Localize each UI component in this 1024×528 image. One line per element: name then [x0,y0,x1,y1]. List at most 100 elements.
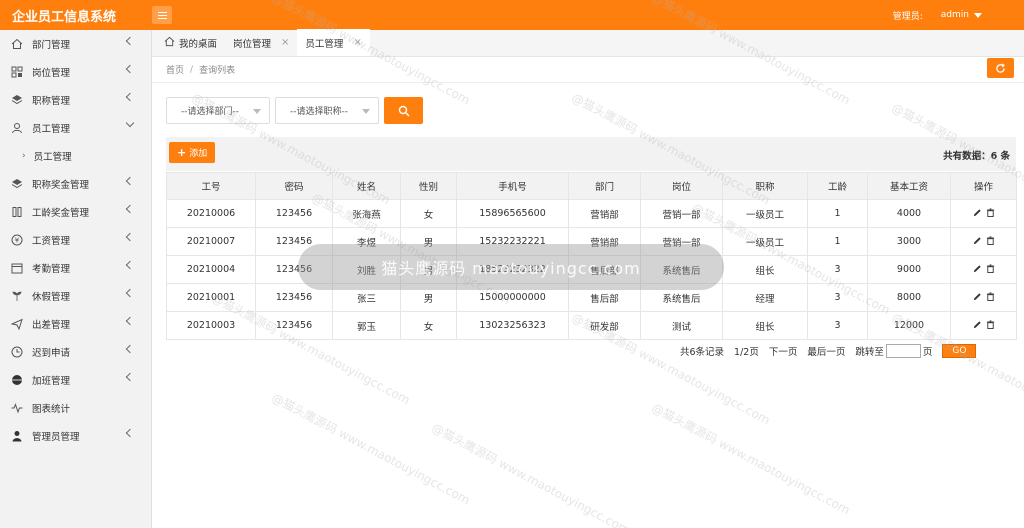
sidebar-item-salary[interactable]: ¥ 工资管理 [0,226,151,254]
svg-text:¥: ¥ [15,237,20,245]
table-cell: 3 [807,255,868,284]
top-bar: 企业员工信息系统 管理员: admin [0,0,1024,30]
close-icon[interactable]: × [353,37,361,48]
pager-last[interactable]: 最后一页 [807,344,845,358]
sidebar-item-label: 休假管理 [32,292,71,303]
tab-employee[interactable]: 员工管理 × [297,29,370,56]
sidebar-item-charts[interactable]: 图表统计 [0,394,151,422]
role-label: 管理员: [892,11,923,22]
person-icon [10,429,24,443]
table-cell: 20210003 [166,311,256,340]
chevron-left-icon [125,428,135,438]
sidebar-item-label: 工资管理 [32,236,71,247]
app-title: 企业员工信息系统 [12,9,117,25]
table-cell: 20210007 [166,227,256,256]
sidebar-item-label: 职称管理 [32,96,71,107]
department-select[interactable]: --请选择部门-- [166,97,270,124]
delete-icon[interactable] [986,291,995,304]
delete-icon[interactable] [986,319,995,332]
breadcrumb-home[interactable]: 首页 [166,63,184,76]
pager-records: 共6条记录 [680,347,725,358]
department-select-value: --请选择部门-- [181,107,239,117]
table-cell: 20210004 [166,255,256,284]
table-cell: 组长 [722,255,808,284]
table-cell: 经理 [722,283,808,312]
delete-icon[interactable] [986,263,995,276]
chevron-left-icon [125,344,135,354]
chevron-left-icon [125,204,135,214]
table-cell: 郭玉 [332,311,401,340]
edit-icon[interactable] [973,264,982,276]
actions-cell [950,255,1017,284]
sidebar-item-label: 员工管理 [32,124,71,135]
refresh-button[interactable] [987,58,1014,78]
edit-icon[interactable] [973,208,982,220]
menu-toggle-button[interactable] [152,6,172,24]
username: admin [940,10,969,20]
chevron-left-icon [125,176,135,186]
pager-page-suffix: 页 [922,347,933,358]
tab-desktop[interactable]: 我的桌面 [156,29,225,56]
sidebar-subitem-label: 员工管理 [33,152,72,163]
send-icon [10,317,24,331]
tab-bar: 我的桌面 岗位管理 × 员工管理 × [152,29,1024,57]
table-cell: 张海燕 [332,199,401,228]
table-cell: 1 [807,227,868,256]
table-cell: 4000 [867,199,951,228]
add-button-label: 添加 [189,149,208,159]
watermark-text: @猫头鹰源码 www.maotouyingcc.com [429,420,633,528]
table-cell: 一级员工 [722,199,808,228]
sidebar-item-leave[interactable]: 休假管理 [0,282,151,310]
chevron-left-icon [125,36,135,46]
table-cell: 组长 [722,311,808,340]
user-area: 管理员: admin [893,0,982,30]
add-button[interactable]: + 添加 [169,142,216,163]
clock-icon [10,345,24,359]
record-count: 共有数据：6 条 [943,151,1010,162]
edit-icon[interactable] [973,236,982,248]
delete-icon[interactable] [986,207,995,220]
sidebar-item-business-trip[interactable]: 出差管理 [0,310,151,338]
job-title-select[interactable]: --请选择职称-- [275,97,379,124]
table-row: 20210003 123456 郭玉女 13023256323 研发部 测试 组长 3 1200… [166,311,1017,340]
table-cell: 3 [807,283,868,312]
home-icon [164,36,175,50]
table-cell: 营销部 [568,199,641,228]
book-icon [10,205,24,219]
delete-icon[interactable] [986,235,995,248]
sidebar-item-department[interactable]: 部门管理 [0,30,151,58]
pulse-icon [10,401,24,415]
column-header: 密码 [255,172,333,200]
search-button[interactable] [384,97,423,124]
chevron-left-icon [125,232,135,242]
sidebar-item-seniority-bonus[interactable]: 工龄奖金管理 [0,198,151,226]
sidebar-item-employee[interactable]: 员工管理 [0,114,151,142]
sidebar-item-admin[interactable]: 管理员管理 [0,422,151,450]
user-menu[interactable]: admin [941,10,982,20]
close-icon[interactable]: × [281,37,289,48]
table-cell: 12000 [867,311,951,340]
table-cell: 15896565600 [456,199,569,228]
tab-position[interactable]: 岗位管理 × [225,29,297,56]
table-cell: 20210006 [166,199,256,228]
pager-next[interactable]: 下一页 [769,344,798,358]
pager-pages: 1/2页 [734,347,759,358]
caret-down-icon [974,12,982,18]
sidebar-item-overtime[interactable]: 加班管理 [0,366,151,394]
sidebar-item-position[interactable]: 岗位管理 [0,58,151,86]
edit-icon[interactable] [973,292,982,304]
sidebar-item-late-request[interactable]: 迟到申请 [0,338,151,366]
sidebar-item-title[interactable]: 职称管理 [0,86,151,114]
sidebar-item-label: 工龄奖金管理 [32,208,90,219]
page-number-input[interactable] [885,344,921,358]
search-icon [398,105,410,117]
home-icon [10,37,24,51]
edit-icon[interactable] [973,320,982,332]
sidebar-item-title-bonus[interactable]: 职称奖金管理 [0,170,151,198]
sidebar-item-label: 迟到申请 [32,348,71,359]
sidebar-subitem-employee[interactable]: › 员工管理 [0,142,151,170]
go-button[interactable]: GO [942,344,977,358]
sidebar-item-attendance[interactable]: 考勤管理 [0,254,151,282]
table-row: 20210006 123456 张海燕女 15896565600 营销部 营销一部 一级员工… [166,199,1017,228]
chevron-left-icon [125,260,135,270]
